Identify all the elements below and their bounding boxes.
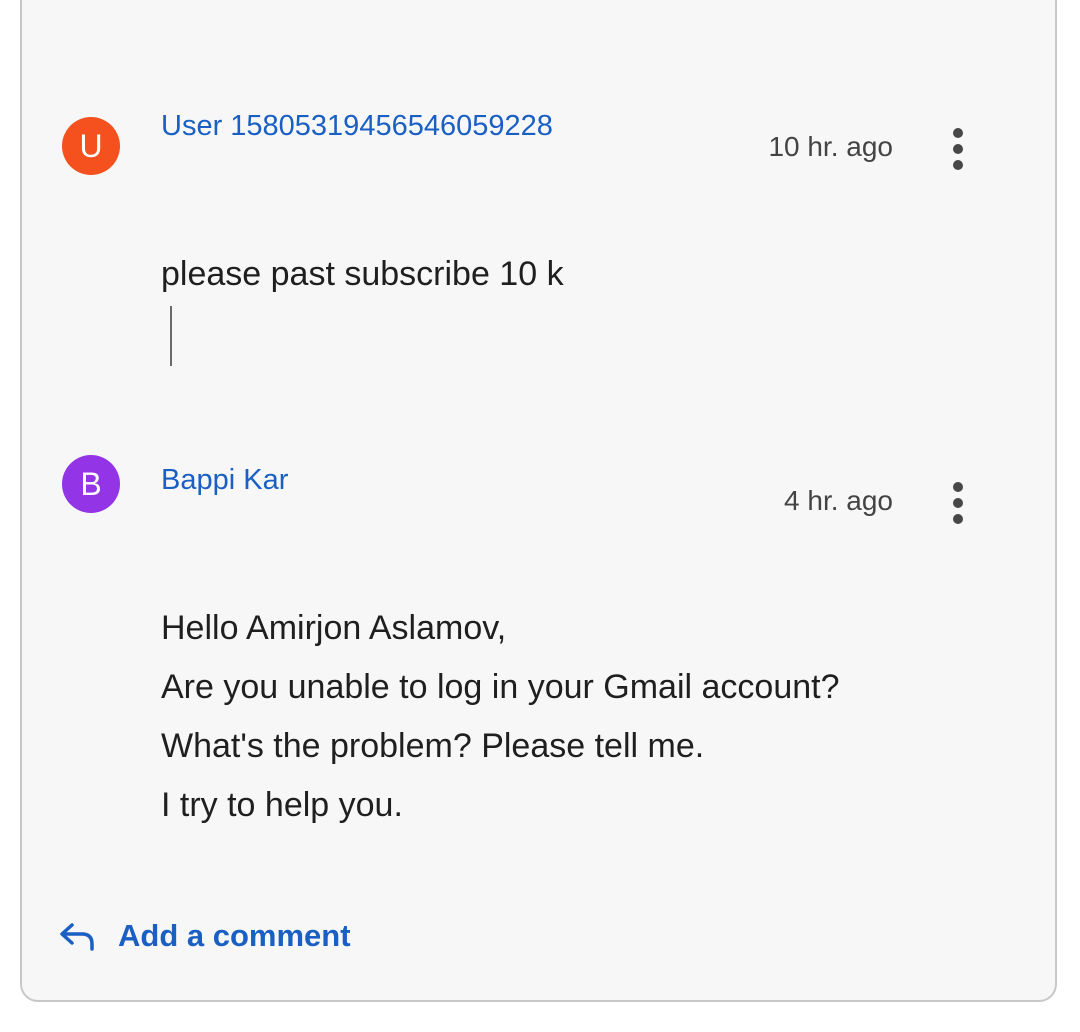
comment-line: I try to help you. [161,786,403,824]
comment-author[interactable]: Bappi Kar [161,464,288,497]
avatar[interactable]: U [62,117,120,175]
more-vert-icon[interactable] [943,478,973,528]
comment-timestamp: 4 hr. ago [784,485,893,516]
comment-timestamp: 10 hr. ago [768,131,893,162]
comment-body: please past subscribe 10 k [161,245,564,304]
comment-line: What's the problem? Please tell me. [161,727,705,765]
comment-line: Are you unable to log in your Gmail acco… [161,668,840,706]
add-comment-label[interactable]: Add a comment [118,918,351,954]
add-comment-button[interactable]: Add a comment [58,918,351,954]
comment-line: Hello Amirjon Aslamov, [161,609,507,647]
comments-card: U User 15805319456546059228 10 hr. ago p… [20,0,1057,1002]
reply-arrow-icon [60,923,94,951]
more-vert-icon[interactable] [943,124,973,174]
comment-author[interactable]: User 15805319456546059228 [161,110,553,143]
avatar[interactable]: B [62,455,120,513]
comment-line: please past subscribe 10 k [161,255,564,293]
comment-body: Hello Amirjon Aslamov, Are you unable to… [161,599,840,835]
text-cursor [170,306,172,366]
